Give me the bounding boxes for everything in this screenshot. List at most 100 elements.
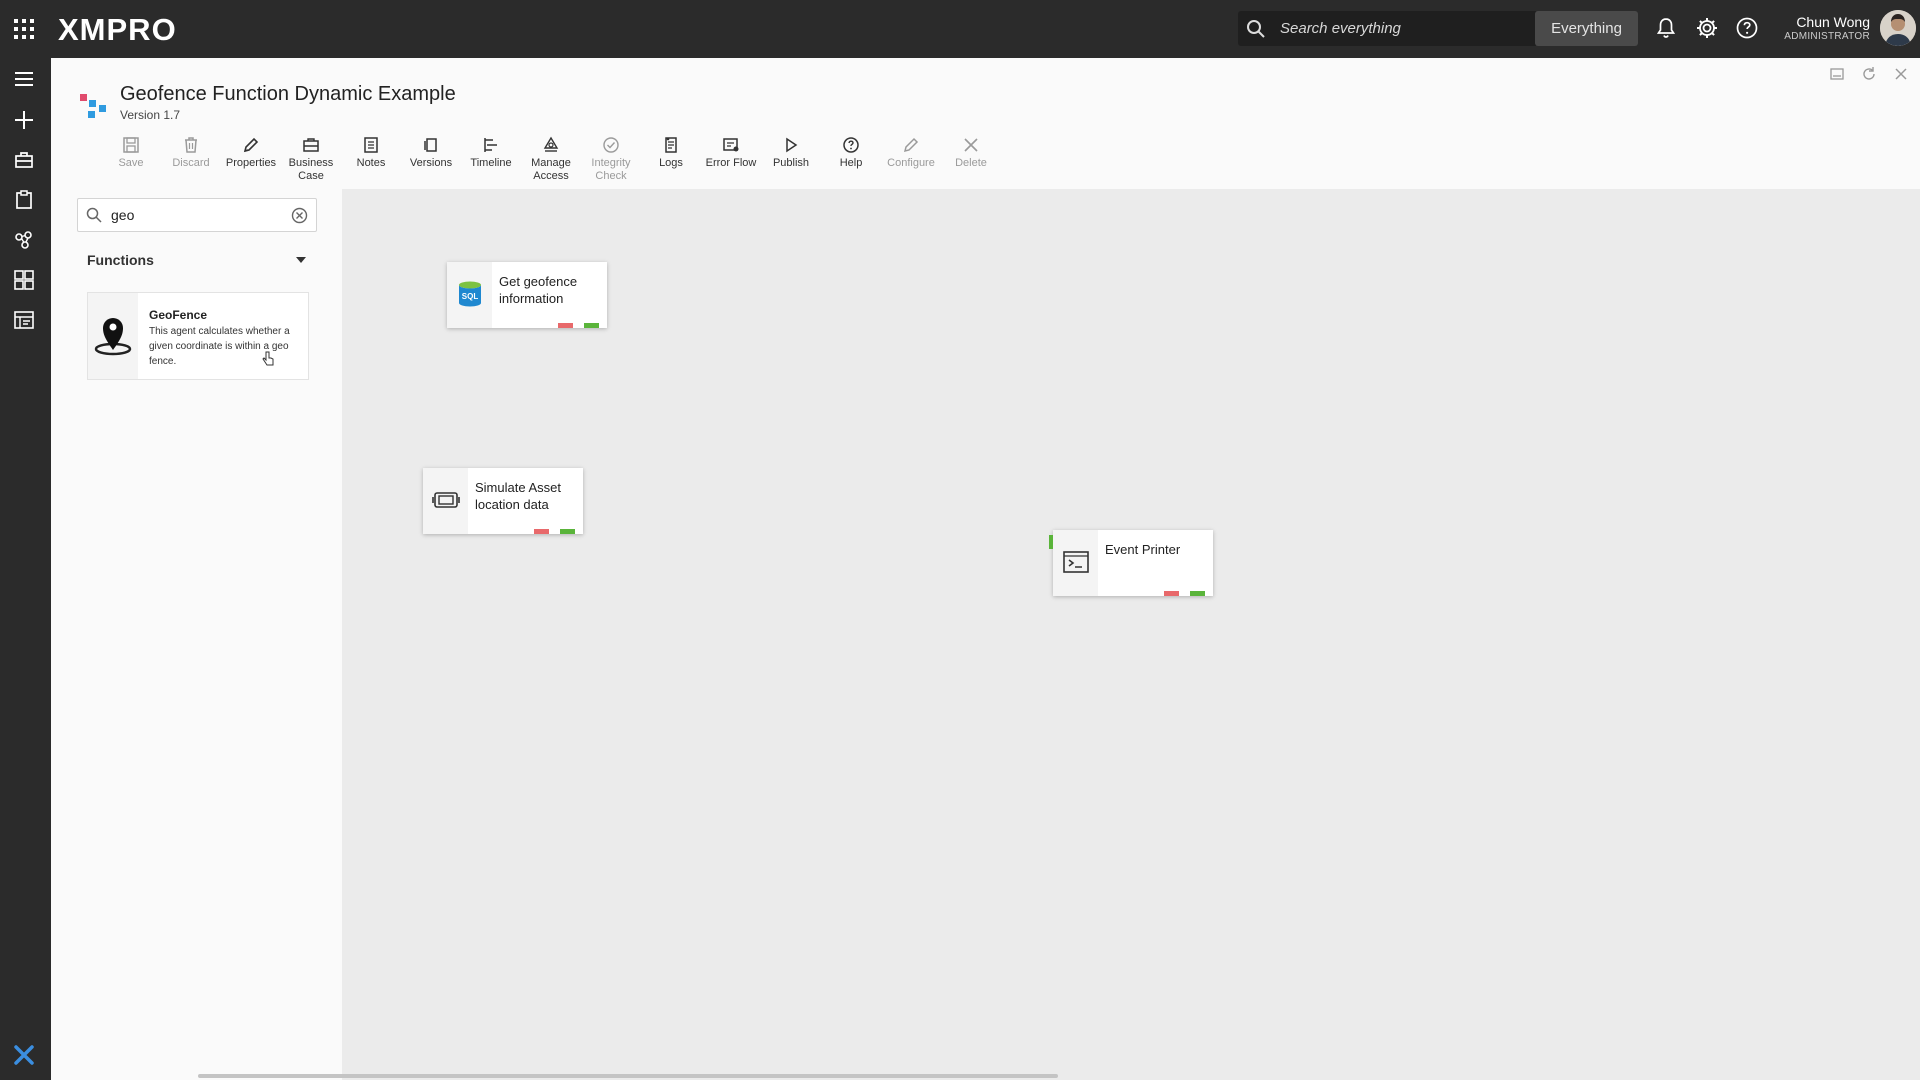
hand-cursor-icon (262, 351, 274, 366)
search-placeholder[interactable]: Search everything (1280, 20, 1401, 37)
stream-icon[interactable] (13, 229, 35, 251)
node-event-printer[interactable]: Event Printer (1049, 530, 1213, 596)
dashboard-icon[interactable] (13, 269, 35, 291)
logs-button[interactable]: Logs (641, 136, 701, 170)
pencil-icon (903, 137, 919, 153)
manage-access-button[interactable]: Manage Access (521, 136, 581, 183)
node-label: Get geofence information (499, 274, 578, 306)
error-flow-button[interactable]: Error Flow (701, 136, 761, 170)
toolbox-search[interactable] (77, 198, 317, 232)
data-stream-logo-icon (80, 94, 106, 118)
design-canvas[interactable]: SQL Get geofence information Simulate As… (342, 189, 1920, 1080)
designer-header: Geofence Function Dynamic Example Versio… (51, 58, 1920, 189)
help-button[interactable]: Help (821, 136, 881, 170)
xmpro-x-icon[interactable] (14, 1045, 34, 1065)
business-case-button[interactable]: Business Case (281, 136, 341, 183)
agent-description: This agent calculates whether a given co… (149, 326, 290, 367)
output-port[interactable] (1190, 591, 1205, 596)
functions-section-title[interactable]: Functions (87, 252, 154, 268)
integrity-check-button[interactable]: Integrity Check (581, 136, 641, 183)
top-bar: XMPRO Search everything Everything Chun … (0, 0, 1920, 58)
notes-button[interactable]: Notes (341, 136, 401, 170)
error-flow-label: Error Flow (705, 157, 757, 169)
save-label: Save (118, 157, 144, 169)
agent-name: GeoFence (149, 308, 208, 322)
configure-label: Configure (887, 157, 935, 169)
briefcase-icon (303, 138, 319, 152)
error-port[interactable] (558, 323, 573, 328)
output-port[interactable] (584, 323, 599, 328)
app-designer-icon[interactable] (13, 309, 35, 331)
error-port[interactable] (534, 529, 549, 534)
versions-icon (424, 138, 437, 152)
plus-icon[interactable] (13, 109, 35, 131)
help-label: Help (839, 157, 863, 169)
integrity-check-label: Integrity Check (591, 157, 631, 182)
app-launcher-icon[interactable] (12, 18, 36, 40)
brand-logo[interactable]: XMPRO (58, 12, 177, 48)
play-icon (786, 137, 798, 153)
manage-access-label: Manage Access (531, 157, 571, 182)
caret-down-icon[interactable] (296, 257, 306, 263)
help-icon (843, 137, 859, 153)
node-get-geofence[interactable]: SQL Get geofence information (447, 262, 607, 328)
properties-label: Properties (225, 157, 277, 169)
node-simulate-asset[interactable]: Simulate Asset location data (423, 468, 583, 534)
minimize-icon[interactable] (1829, 66, 1845, 82)
user-role: ADMINISTRATOR (1784, 31, 1870, 42)
bell-icon[interactable] (1654, 16, 1678, 40)
sql-icon: SQL (459, 281, 481, 307)
global-search[interactable]: Search everything (1238, 11, 1538, 46)
delete-label: Delete (955, 157, 987, 169)
node-label: Event Printer (1105, 542, 1181, 557)
briefcase-icon[interactable] (13, 149, 35, 171)
terminal-icon (1063, 551, 1089, 573)
toolbox-search-input[interactable] (111, 205, 281, 225)
timeline-icon (484, 138, 497, 152)
access-icon (543, 136, 559, 152)
agent-toolbox-panel: Functions GeoFence This agent calculates… (51, 189, 342, 1080)
error-flow-icon (723, 138, 739, 152)
timeline-button[interactable]: Timeline (461, 136, 521, 170)
discard-label: Discard (172, 157, 210, 169)
svg-text:SQL: SQL (462, 292, 479, 301)
menu-icon[interactable] (13, 68, 35, 90)
avatar[interactable] (1880, 10, 1916, 46)
user-name[interactable]: Chun Wong (1780, 14, 1870, 30)
logs-icon (665, 137, 677, 153)
page-title: Geofence Function Dynamic Example (120, 83, 456, 105)
logs-label: Logs (659, 157, 683, 169)
output-port[interactable] (560, 529, 575, 534)
delete-button[interactable]: Delete (941, 136, 1001, 170)
gear-icon[interactable] (1695, 16, 1719, 40)
version-label: Version 1.7 (120, 108, 181, 122)
left-nav-rail (0, 58, 51, 1080)
search-icon (86, 207, 102, 223)
publish-button[interactable]: Publish (761, 136, 821, 170)
node-icon-area (423, 468, 468, 534)
horizontal-scrollbar[interactable] (198, 1074, 1058, 1078)
versions-button[interactable]: Versions (401, 136, 461, 170)
notes-label: Notes (356, 157, 386, 169)
configure-button[interactable]: Configure (881, 136, 941, 170)
search-scope-button[interactable]: Everything (1535, 11, 1638, 46)
discard-button[interactable]: Discard (161, 136, 221, 170)
close-icon (964, 138, 978, 152)
search-icon (1247, 20, 1265, 38)
refresh-icon[interactable] (1861, 66, 1877, 82)
help-icon[interactable] (1735, 16, 1759, 40)
save-icon (123, 137, 139, 153)
save-button[interactable]: Save (101, 136, 161, 170)
clear-search-icon[interactable] (291, 207, 308, 224)
node-icon-area: SQL (447, 262, 492, 328)
notes-icon (364, 137, 378, 153)
geofence-agent-card[interactable]: GeoFence This agent calculates whether a… (87, 292, 309, 380)
close-icon[interactable] (1893, 66, 1909, 82)
clipboard-icon[interactable] (13, 189, 35, 211)
pencil-icon (243, 137, 259, 153)
error-port[interactable] (1164, 591, 1179, 596)
properties-button[interactable]: Properties (221, 136, 281, 170)
node-label: Simulate Asset location data (475, 480, 561, 512)
agent-icon-area (88, 293, 138, 379)
versions-label: Versions (409, 157, 453, 169)
